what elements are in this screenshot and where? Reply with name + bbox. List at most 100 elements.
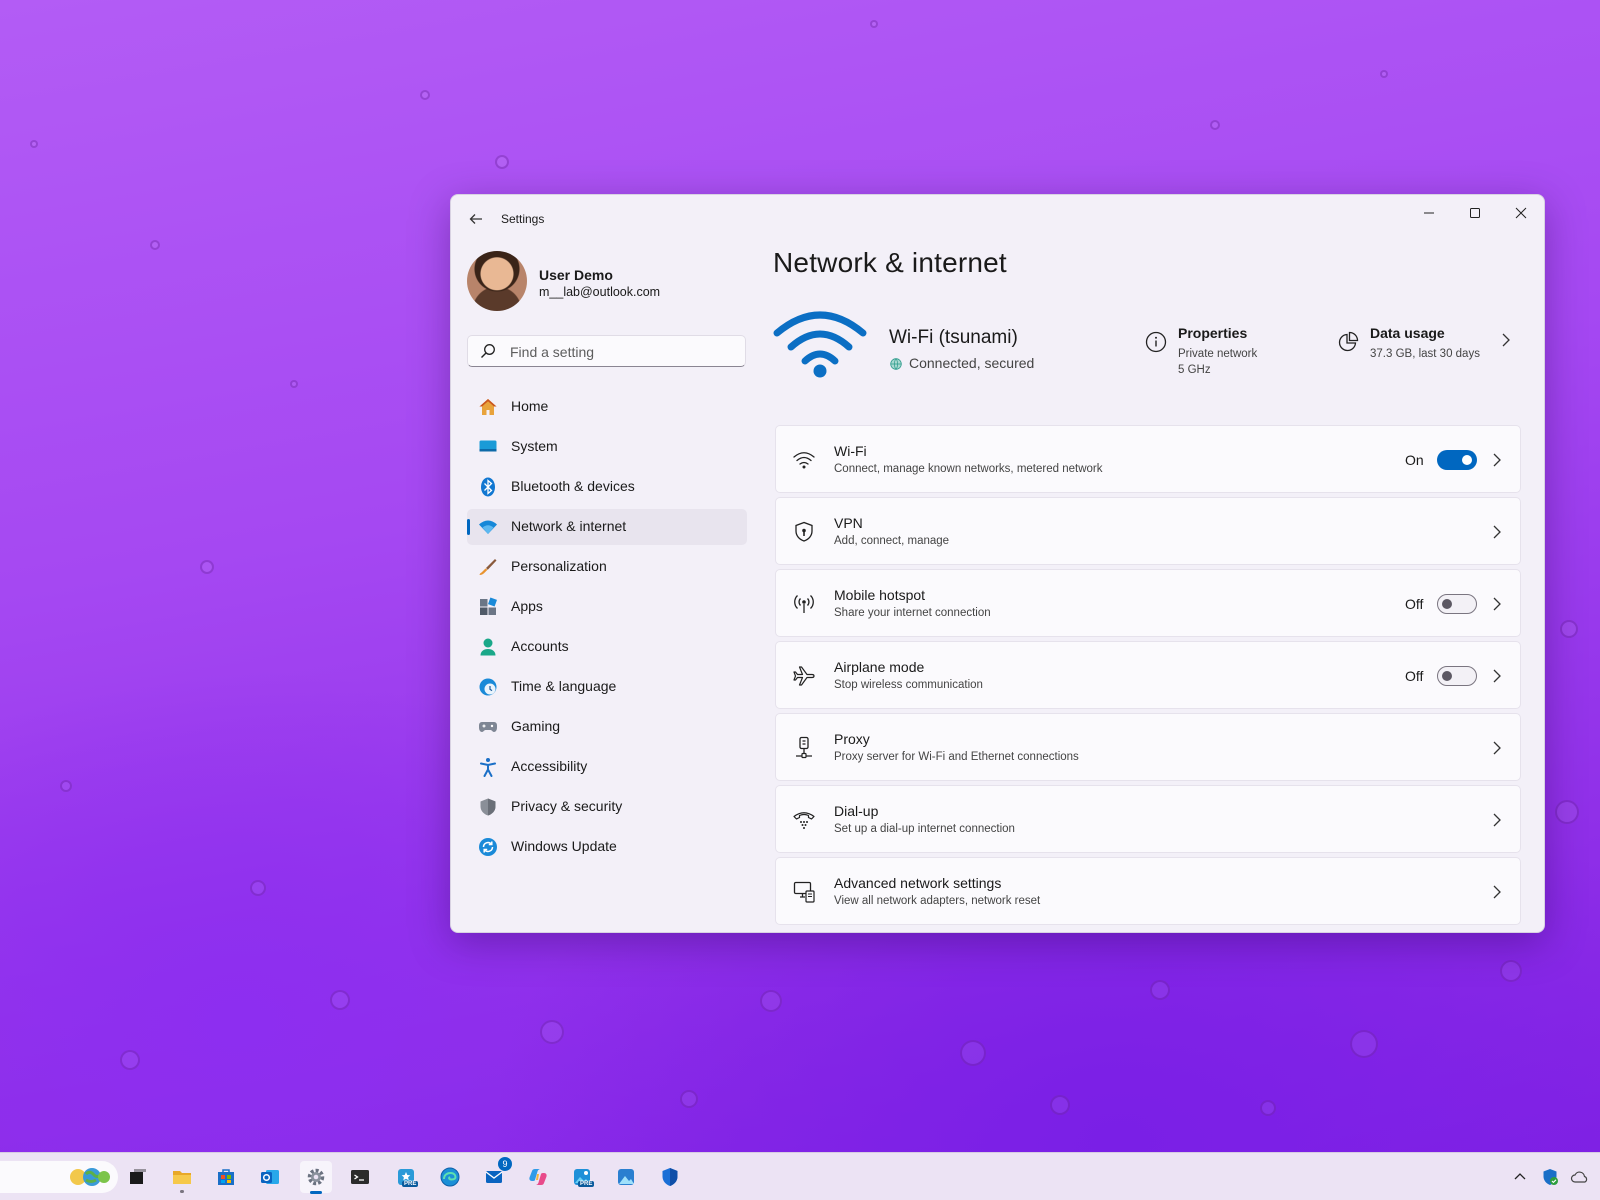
taskbar-photos-preview[interactable]: PRE — [566, 1161, 598, 1193]
connection-status: Connected, secured — [909, 355, 1035, 371]
taskbar-mail[interactable]: 9 — [478, 1157, 512, 1193]
card-title: VPN — [834, 515, 863, 531]
taskbar-photos[interactable] — [610, 1161, 642, 1193]
user-email: m__lab@outlook.com — [539, 285, 661, 299]
mobile-hotspot-toggle[interactable] — [1437, 594, 1477, 614]
chevron-right-icon — [1493, 597, 1501, 611]
card-vpn[interactable]: VPN Add, connect, manage — [775, 497, 1521, 565]
network-icon — [479, 520, 497, 534]
sidebar-item-accounts[interactable]: Accounts — [467, 629, 747, 665]
toggle-knob — [1462, 455, 1472, 465]
sidebar-item-personalization[interactable]: Personalization — [467, 549, 747, 585]
back-button[interactable] — [463, 207, 489, 231]
security-status-icon[interactable] — [1540, 1167, 1560, 1187]
monitor-network-icon — [793, 881, 815, 903]
wifi-large-icon — [773, 311, 867, 378]
taskbar-copilot[interactable] — [522, 1161, 554, 1193]
sidebar-item-label: Bluetooth & devices — [511, 478, 635, 494]
sidebar-item-label: Personalization — [511, 558, 607, 574]
sidebar-item-apps[interactable]: Apps — [467, 589, 747, 625]
minimize-button[interactable] — [1406, 195, 1452, 231]
card-mobile-hotspot[interactable]: Mobile hotspot Share your internet conne… — [775, 569, 1521, 637]
search-input[interactable] — [510, 342, 735, 362]
card-title: Proxy — [834, 731, 870, 747]
card-title: Wi-Fi — [834, 443, 867, 459]
network-profile-type: Private network — [1178, 348, 1258, 360]
card-dial-up[interactable]: Dial-up Set up a dial-up internet connec… — [775, 785, 1521, 853]
sidebar-item-label: Gaming — [511, 718, 561, 734]
maximize-button[interactable] — [1452, 195, 1498, 231]
title-bar: Settings — [451, 195, 1544, 243]
sidebar-item-label: Time & language — [511, 678, 617, 694]
card-proxy[interactable]: Proxy Proxy server for Wi-Fi and Etherne… — [775, 713, 1521, 781]
shield-icon — [480, 798, 496, 816]
connection-summary: Wi-Fi (tsunami) Connected, secured Prope… — [773, 307, 1518, 387]
home-icon — [479, 399, 497, 415]
card-advanced-network-settings[interactable]: Advanced network settings View all netwo… — [775, 857, 1521, 925]
network-band: 5 GHz — [1178, 364, 1211, 376]
chevron-right-icon — [1493, 885, 1501, 899]
sidebar-item-privacy-security[interactable]: Privacy & security — [467, 789, 747, 825]
taskbar-dev-home-preview[interactable]: PRE — [390, 1161, 422, 1193]
sidebar-item-accessibility[interactable]: Accessibility — [467, 749, 747, 785]
running-indicator — [180, 1190, 184, 1193]
sidebar-item-label: Accounts — [511, 638, 569, 654]
outlook-icon — [261, 1170, 279, 1184]
chevron-right-icon — [1502, 333, 1510, 347]
card-title: Mobile hotspot — [834, 587, 926, 603]
taskbar-outlook[interactable] — [254, 1161, 286, 1193]
store-icon — [218, 1169, 234, 1185]
sidebar-item-bluetooth[interactable]: Bluetooth & devices — [467, 469, 747, 505]
taskbar-task-view[interactable] — [122, 1161, 154, 1193]
sidebar-item-home[interactable]: Home — [467, 389, 747, 425]
sidebar-item-network[interactable]: Network & internet — [467, 509, 747, 545]
preview-label: PRE — [578, 1181, 595, 1187]
onedrive-cloud-icon[interactable] — [1570, 1167, 1590, 1187]
defender-shield-icon — [662, 1168, 678, 1186]
taskbar-settings[interactable] — [300, 1161, 332, 1194]
sidebar-item-windows-update[interactable]: Windows Update — [467, 829, 747, 865]
search-box[interactable] — [467, 335, 746, 367]
avatar — [467, 251, 527, 311]
sidebar-item-system[interactable]: System — [467, 429, 747, 465]
card-subtitle: Share your internet connection — [834, 607, 991, 619]
data-usage-title: Data usage — [1370, 325, 1445, 341]
preview-label: PRE — [402, 1181, 419, 1187]
card-title: Advanced network settings — [834, 875, 1002, 891]
user-profile[interactable]: User Demo m__lab@outlook.com — [467, 251, 747, 313]
airplane-mode-toggle[interactable] — [1437, 666, 1477, 686]
settings-window: Settings User Demo m__lab@outlook.com Ho… — [450, 194, 1545, 933]
proxy-icon — [796, 736, 812, 759]
data-usage-amount: 37.3 GB, last 30 days — [1370, 348, 1480, 360]
taskbar-store[interactable] — [210, 1161, 242, 1193]
toggle-knob — [1442, 599, 1452, 609]
properties-title: Properties — [1178, 325, 1248, 341]
card-subtitle: Connect, manage known networks, metered … — [834, 463, 1103, 475]
card-wifi[interactable]: Wi-Fi Connect, manage known networks, me… — [775, 425, 1521, 493]
page-title: Network & internet — [773, 247, 1007, 278]
wifi-toggle[interactable] — [1437, 450, 1477, 470]
sidebar-item-label: Privacy & security — [511, 798, 623, 814]
pie-chart-icon — [1338, 331, 1359, 352]
card-airplane-mode[interactable]: Airplane mode Stop wireless communicatio… — [775, 641, 1521, 709]
taskbar-file-explorer[interactable] — [166, 1161, 198, 1193]
card-subtitle: Add, connect, manage — [834, 535, 950, 547]
chevron-right-icon — [1493, 453, 1501, 467]
taskbar-terminal[interactable] — [344, 1161, 376, 1193]
accessibility-icon — [480, 758, 496, 777]
show-hidden-icons-chevron-up-icon[interactable] — [1510, 1167, 1530, 1187]
sidebar-item-time-language[interactable]: Time & language — [467, 669, 747, 705]
taskbar-search[interactable] — [0, 1161, 118, 1193]
taskbar-edge[interactable] — [434, 1161, 466, 1193]
toggle-state-label: On — [1405, 452, 1424, 468]
close-button[interactable] — [1498, 195, 1544, 231]
minimize-icon — [1424, 212, 1434, 214]
taskbar-defender[interactable] — [654, 1161, 686, 1193]
card-title: Airplane mode — [834, 659, 925, 675]
toggle-state-label: Off — [1405, 596, 1424, 612]
sidebar-item-label: Apps — [511, 598, 543, 614]
card-title: Dial-up — [834, 803, 879, 819]
sidebar-item-label: Home — [511, 398, 549, 414]
card-subtitle: Proxy server for Wi-Fi and Ethernet conn… — [834, 751, 1079, 763]
sidebar-item-gaming[interactable]: Gaming — [467, 709, 747, 745]
